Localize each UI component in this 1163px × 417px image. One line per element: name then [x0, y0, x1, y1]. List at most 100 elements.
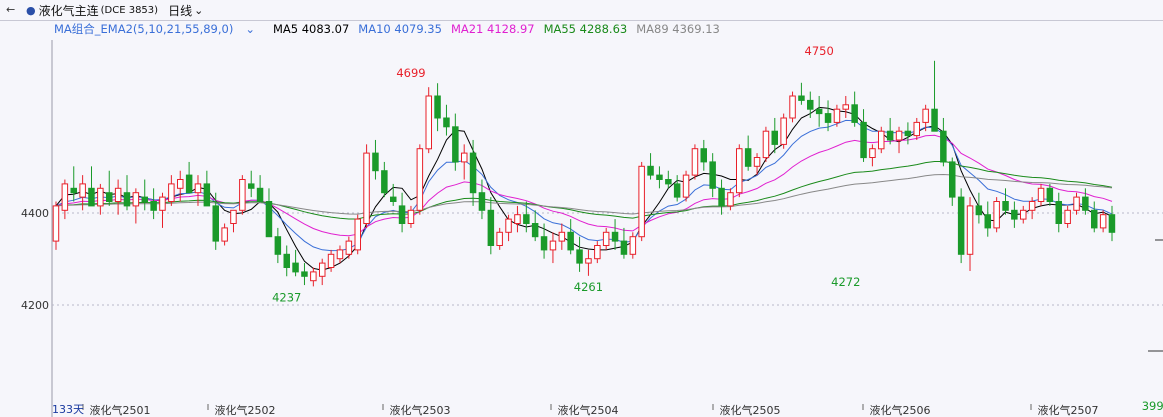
candle-body — [762, 130, 770, 159]
candle — [425, 87, 432, 154]
candle-body — [70, 187, 77, 194]
candle — [913, 117, 920, 140]
candle-body — [700, 148, 707, 163]
candle-body — [940, 130, 947, 163]
candle-body — [815, 108, 823, 115]
candle — [1082, 188, 1089, 215]
candle — [789, 91, 796, 123]
x-axis-label: 液化气2501 — [90, 403, 151, 417]
candle-body — [363, 152, 370, 225]
candle-body — [709, 161, 716, 189]
candle — [904, 122, 912, 145]
candle-body — [1108, 214, 1116, 233]
candle — [940, 117, 947, 167]
candle-body — [567, 231, 574, 251]
candle — [798, 82, 805, 105]
candle-body — [727, 192, 734, 207]
candle — [230, 209, 237, 233]
candle-body — [549, 240, 557, 251]
candle-body — [1011, 209, 1018, 220]
candle — [381, 161, 388, 198]
candlestick-chart[interactable]: 4400 4200 4699 4237 4261 4750 4272 3990 液化气25… — [0, 0, 1163, 417]
candle-body — [922, 108, 929, 123]
candles — [52, 60, 1116, 287]
candle-body — [1046, 187, 1054, 203]
candle-body — [1028, 201, 1036, 211]
candle — [292, 249, 299, 277]
candle — [957, 188, 965, 264]
candle — [966, 197, 974, 271]
candle — [638, 161, 645, 242]
candle — [132, 188, 140, 224]
candle — [780, 113, 787, 149]
candle-body — [336, 249, 344, 260]
price-annotation: 4699 — [396, 66, 425, 80]
candle-body — [230, 209, 237, 225]
candle-body — [824, 113, 832, 123]
candle — [620, 227, 628, 259]
candle-body — [753, 157, 761, 167]
candle-body — [647, 165, 654, 176]
candle-body — [869, 148, 876, 158]
candle — [265, 188, 273, 238]
candle-body — [993, 201, 1000, 229]
candle-body — [558, 231, 566, 242]
candle-body — [957, 196, 965, 255]
candle-body — [1020, 209, 1027, 220]
candle-body — [878, 130, 885, 150]
candle-body — [292, 262, 299, 273]
candle-body — [52, 205, 60, 242]
candle — [283, 245, 290, 277]
candle-body — [478, 192, 486, 211]
candle — [1108, 205, 1116, 242]
candle — [52, 201, 60, 250]
candle-body — [789, 95, 796, 119]
candle-body — [319, 262, 326, 277]
candle — [114, 179, 122, 215]
day-count: 133天 — [52, 403, 84, 416]
candle-body — [771, 130, 778, 145]
candle-body — [1064, 209, 1071, 225]
candle — [762, 126, 770, 162]
candle-body — [256, 187, 264, 203]
candle-body — [833, 108, 841, 123]
candle-body — [123, 192, 131, 207]
candle — [1011, 201, 1018, 228]
candle — [540, 223, 548, 259]
candle-body — [514, 214, 521, 224]
candle-body — [354, 218, 361, 251]
candle — [744, 135, 752, 171]
candle — [736, 144, 743, 198]
candle — [531, 210, 539, 242]
candle-body — [851, 104, 858, 123]
candle — [185, 161, 193, 194]
candle-body — [114, 187, 122, 203]
candle-body — [665, 179, 672, 185]
price-annotation: 4272 — [831, 275, 860, 289]
candle-body — [345, 240, 353, 255]
candle-body — [425, 95, 432, 150]
candle-body — [79, 183, 86, 198]
candle-body — [602, 231, 610, 247]
candle-body — [177, 179, 184, 189]
candle — [718, 179, 725, 215]
candle-body — [168, 183, 175, 202]
candle-body — [132, 192, 140, 207]
candle — [469, 139, 477, 206]
candle — [336, 245, 344, 264]
candle — [656, 166, 663, 189]
candle — [88, 166, 95, 207]
candle — [514, 205, 521, 233]
candle-body — [585, 258, 592, 264]
candle — [159, 192, 166, 228]
candle — [345, 236, 353, 259]
price-annotation: 3990 — [1142, 399, 1163, 413]
candle-body — [904, 130, 912, 137]
candle-body — [629, 236, 637, 255]
x-axis-label: 液化气2503 — [390, 403, 451, 417]
candle — [860, 109, 867, 162]
candle — [354, 214, 361, 255]
candle — [496, 227, 503, 250]
candle — [523, 201, 530, 233]
candle — [452, 113, 459, 171]
